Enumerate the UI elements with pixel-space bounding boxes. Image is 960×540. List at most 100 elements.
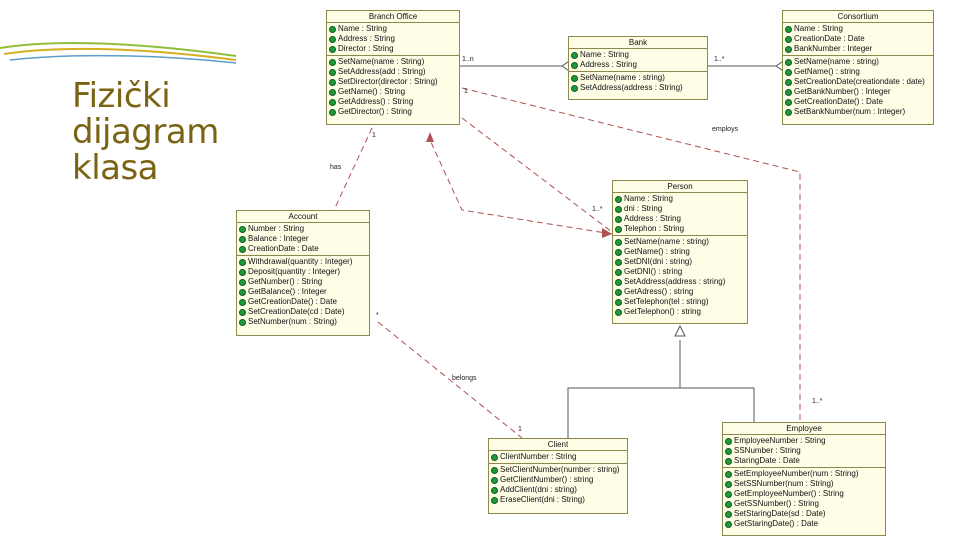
class-operation-text: SetEmployeeNumber(num : String) <box>734 469 859 478</box>
dependency-line-account-client <box>377 321 523 439</box>
class-attribute-row[interactable]: Name : String <box>571 50 705 60</box>
class-operation-text: GetName() : string <box>624 247 690 256</box>
class-attribute-text: Name : String <box>580 50 629 59</box>
class-operation-row[interactable]: SetNumber(num : String) <box>239 317 367 327</box>
class-attribute-row[interactable]: dni : String <box>615 204 745 214</box>
class-operation-row[interactable]: SetClientNumber(number : string) <box>491 465 625 475</box>
class-operation-row[interactable]: GetName() : string <box>615 247 745 257</box>
class-operation-row[interactable]: SetDNI(dni : string) <box>615 257 745 267</box>
class-attribute-row[interactable]: BankNumber : Integer <box>785 44 931 54</box>
class-operation-row[interactable]: SetTelephon(tel : string) <box>615 297 745 307</box>
class-name: Employee <box>723 423 885 435</box>
class-operation-text: SetName(name : string) <box>624 237 709 246</box>
class-operation-row[interactable]: GetCreationDate() : Date <box>239 297 367 307</box>
public-operation-icon <box>785 78 792 86</box>
class-operations-section: Withdrawal(quantity : Integer) Deposit(qu… <box>237 256 369 328</box>
class-attribute-text: Name : String <box>794 24 843 33</box>
class-operation-row[interactable]: SetAddress(address : string) <box>615 277 745 287</box>
class-attribute-row[interactable]: Balance : Integer <box>239 234 367 244</box>
class-operation-row[interactable]: SetDirector(director : String) <box>329 77 457 87</box>
class-name: Client <box>489 439 627 451</box>
class-operation-row[interactable]: EraseClient(dni : String) <box>491 495 625 505</box>
class-operation-row[interactable]: AddClient(dni : string) <box>491 485 625 495</box>
class-attribute-row[interactable]: Name : String <box>329 24 457 34</box>
arrowhead-to-bo <box>426 132 434 142</box>
public-operation-icon <box>785 88 792 96</box>
class-operation-text: GetBalance() : Integer <box>248 287 327 296</box>
class-attribute-row[interactable]: EmployeeNumber : String <box>725 436 883 446</box>
class-attribute-row[interactable]: Name : String <box>785 24 931 34</box>
class-box-client[interactable]: Client ClientNumber : String SetClientNumb… <box>488 438 628 514</box>
class-operation-row[interactable]: GetBankNumber() : Integer <box>785 87 931 97</box>
class-operation-row[interactable]: GetSSNumber() : String <box>725 499 883 509</box>
class-operation-row[interactable]: SetName(name : string) <box>571 73 705 83</box>
class-attribute-row[interactable]: Number : String <box>239 224 367 234</box>
class-attribute-text: CreationDate : Date <box>794 34 865 43</box>
class-box-consortium[interactable]: Consortium Name : String CreationDate : Da… <box>782 10 934 125</box>
class-operation-row[interactable]: GetClientNumber() : string <box>491 475 625 485</box>
class-operation-text: GetEmployeeNumber() : String <box>734 489 844 498</box>
class-operation-row[interactable]: GetCreationDate() : Date <box>785 97 931 107</box>
class-operations-section: SetName(name : string) SetAddress(address… <box>569 72 707 94</box>
class-operation-row[interactable]: GetAddress() : String <box>329 97 457 107</box>
inheritance-line-employee <box>679 340 755 422</box>
class-operation-row[interactable]: SetEmployeeNumber(num : String) <box>725 469 883 479</box>
class-operation-row[interactable]: SetBankNumber(num : Integer) <box>785 107 931 117</box>
class-box-account[interactable]: Account Number : String Balance : Integer C… <box>236 210 370 336</box>
class-attribute-row[interactable]: Name : String <box>615 194 745 204</box>
class-operation-row[interactable]: GetNumber() : String <box>239 277 367 287</box>
public-operation-icon <box>491 486 498 494</box>
class-attribute-text: Name : String <box>338 24 387 33</box>
class-operation-row[interactable]: Withdrawal(quantity : Integer) <box>239 257 367 267</box>
class-operation-row[interactable]: GetStaringDate() : Date <box>725 519 883 529</box>
class-operation-row[interactable]: GetDirector() : String <box>329 107 457 117</box>
class-attribute-text: ClientNumber : String <box>500 452 577 461</box>
multiplicity-account-star: * <box>376 312 379 319</box>
class-attribute-row[interactable]: Address : String <box>571 60 705 70</box>
class-operation-row[interactable]: SetCreationDate(creationdate : date) <box>785 77 931 87</box>
class-operation-row[interactable]: SetName(name : string) <box>785 57 931 67</box>
class-operation-row[interactable]: GetTelephon() : string <box>615 307 745 317</box>
class-operation-row[interactable]: GetEmployeeNumber() : String <box>725 489 883 499</box>
public-operation-icon <box>785 68 792 76</box>
class-operation-row[interactable]: GetDNI() : string <box>615 267 745 277</box>
class-attribute-row[interactable]: SSNumber : String <box>725 446 883 456</box>
multiplicity-bo-account: 1 <box>372 132 376 139</box>
class-operation-row[interactable]: SetAddress(address : String) <box>571 83 705 93</box>
public-attribute-icon <box>615 205 622 213</box>
class-operation-row[interactable]: SetAddress(add : String) <box>329 67 457 77</box>
class-operation-text: GetClientNumber() : string <box>500 475 594 484</box>
class-operations-section: SetName(name : string) GetName() : string… <box>783 56 933 118</box>
public-attribute-icon <box>239 225 246 233</box>
multiplicity-person: 1..* <box>592 206 603 213</box>
class-attribute-row[interactable]: Address : String <box>329 34 457 44</box>
class-attribute-row[interactable]: Telephon : String <box>615 224 745 234</box>
class-box-employee[interactable]: Employee EmployeeNumber : String SSNumber … <box>722 422 886 536</box>
class-operation-row[interactable]: SetName(name : String) <box>329 57 457 67</box>
class-attribute-row[interactable]: Director : String <box>329 44 457 54</box>
class-attribute-row[interactable]: CreationDate : Date <box>785 34 931 44</box>
class-box-person[interactable]: Person Name : String dni : String Address :… <box>612 180 748 324</box>
public-operation-icon <box>571 74 578 82</box>
public-operation-icon <box>725 480 732 488</box>
class-box-branch-office[interactable]: Branch Office Name : String Address : Stri… <box>326 10 460 125</box>
class-operation-text: SetAddress(address : String) <box>580 83 683 92</box>
public-attribute-icon <box>329 35 336 43</box>
public-operation-icon <box>571 84 578 92</box>
class-attribute-row[interactable]: Address : String <box>615 214 745 224</box>
class-operation-text: SetName(name : string) <box>580 73 665 82</box>
class-operation-row[interactable]: SetCreationDate(cd : Date) <box>239 307 367 317</box>
class-operation-row[interactable]: Deposit(quantity : Integer) <box>239 267 367 277</box>
class-operation-row[interactable]: GetBalance() : Integer <box>239 287 367 297</box>
class-attribute-text: Name : String <box>624 194 673 203</box>
class-operation-row[interactable]: GetName() : String <box>329 87 457 97</box>
class-operation-row[interactable]: GetName() : string <box>785 67 931 77</box>
class-attribute-row[interactable]: CreationDate : Date <box>239 244 367 254</box>
class-operation-row[interactable]: SetSSNumber(num : String) <box>725 479 883 489</box>
class-box-bank[interactable]: Bank Name : String Address : String SetName… <box>568 36 708 100</box>
class-operation-row[interactable]: SetStaringDate(sd : Date) <box>725 509 883 519</box>
class-attribute-row[interactable]: StaringDate : Date <box>725 456 883 466</box>
class-operation-row[interactable]: GetAdress() : string <box>615 287 745 297</box>
class-attribute-row[interactable]: ClientNumber : String <box>491 452 625 462</box>
class-operation-row[interactable]: SetName(name : string) <box>615 237 745 247</box>
